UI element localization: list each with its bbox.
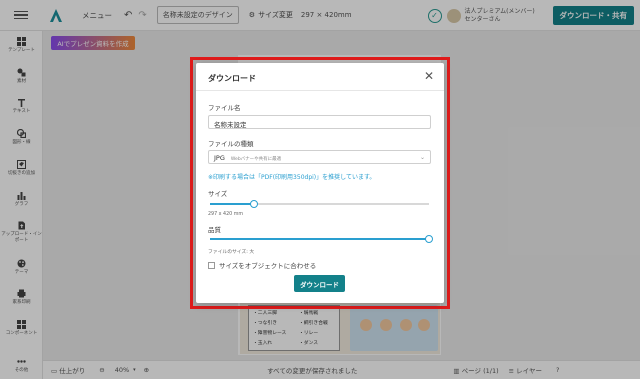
quality-slider-handle[interactable] bbox=[425, 235, 433, 243]
size-slider-fill bbox=[210, 203, 254, 205]
fit-object-checkbox[interactable] bbox=[208, 261, 215, 269]
chevron-down-icon: ⌄ bbox=[419, 154, 425, 161]
divider bbox=[196, 90, 444, 91]
size-value: 297 x 420 mm bbox=[208, 212, 244, 217]
filetype-value: JPG bbox=[214, 154, 225, 162]
size-slider[interactable] bbox=[210, 200, 429, 208]
download-button[interactable]: ダウンロード bbox=[294, 275, 345, 292]
fit-object-option[interactable]: サイズをオブジェクトに合わせる bbox=[208, 260, 316, 270]
filename-input[interactable]: 名称未設定 bbox=[208, 115, 431, 129]
fit-object-label: サイズをオブジェクトに合わせる bbox=[219, 262, 317, 270]
quality-slider[interactable] bbox=[210, 235, 433, 243]
download-dialog: ダウンロード ✕ ファイル名 名称未設定 ファイルの種類 JPG Webバナーや共… bbox=[196, 63, 444, 303]
quality-label: 品質 bbox=[208, 226, 221, 234]
print-recommendation-note: ※印刷する場合は「PDF(印刷用350dpi)」を推奨しています。 bbox=[208, 174, 376, 181]
close-icon[interactable]: ✕ bbox=[424, 69, 434, 83]
filename-label: ファイル名 bbox=[208, 104, 241, 112]
filetype-label: ファイルの種類 bbox=[208, 140, 254, 148]
dialog-title: ダウンロード bbox=[208, 74, 256, 83]
size-slider-handle[interactable] bbox=[249, 200, 258, 208]
filesize-text: ファイルのサイズ: 大 bbox=[208, 250, 255, 255]
filetype-select[interactable]: JPG Webバナーや共有に最適 ⌄ bbox=[208, 150, 431, 164]
quality-slider-fill bbox=[210, 238, 429, 240]
filetype-hint: Webバナーや共有に最適 bbox=[230, 157, 282, 162]
size-label: サイズ bbox=[208, 190, 228, 198]
